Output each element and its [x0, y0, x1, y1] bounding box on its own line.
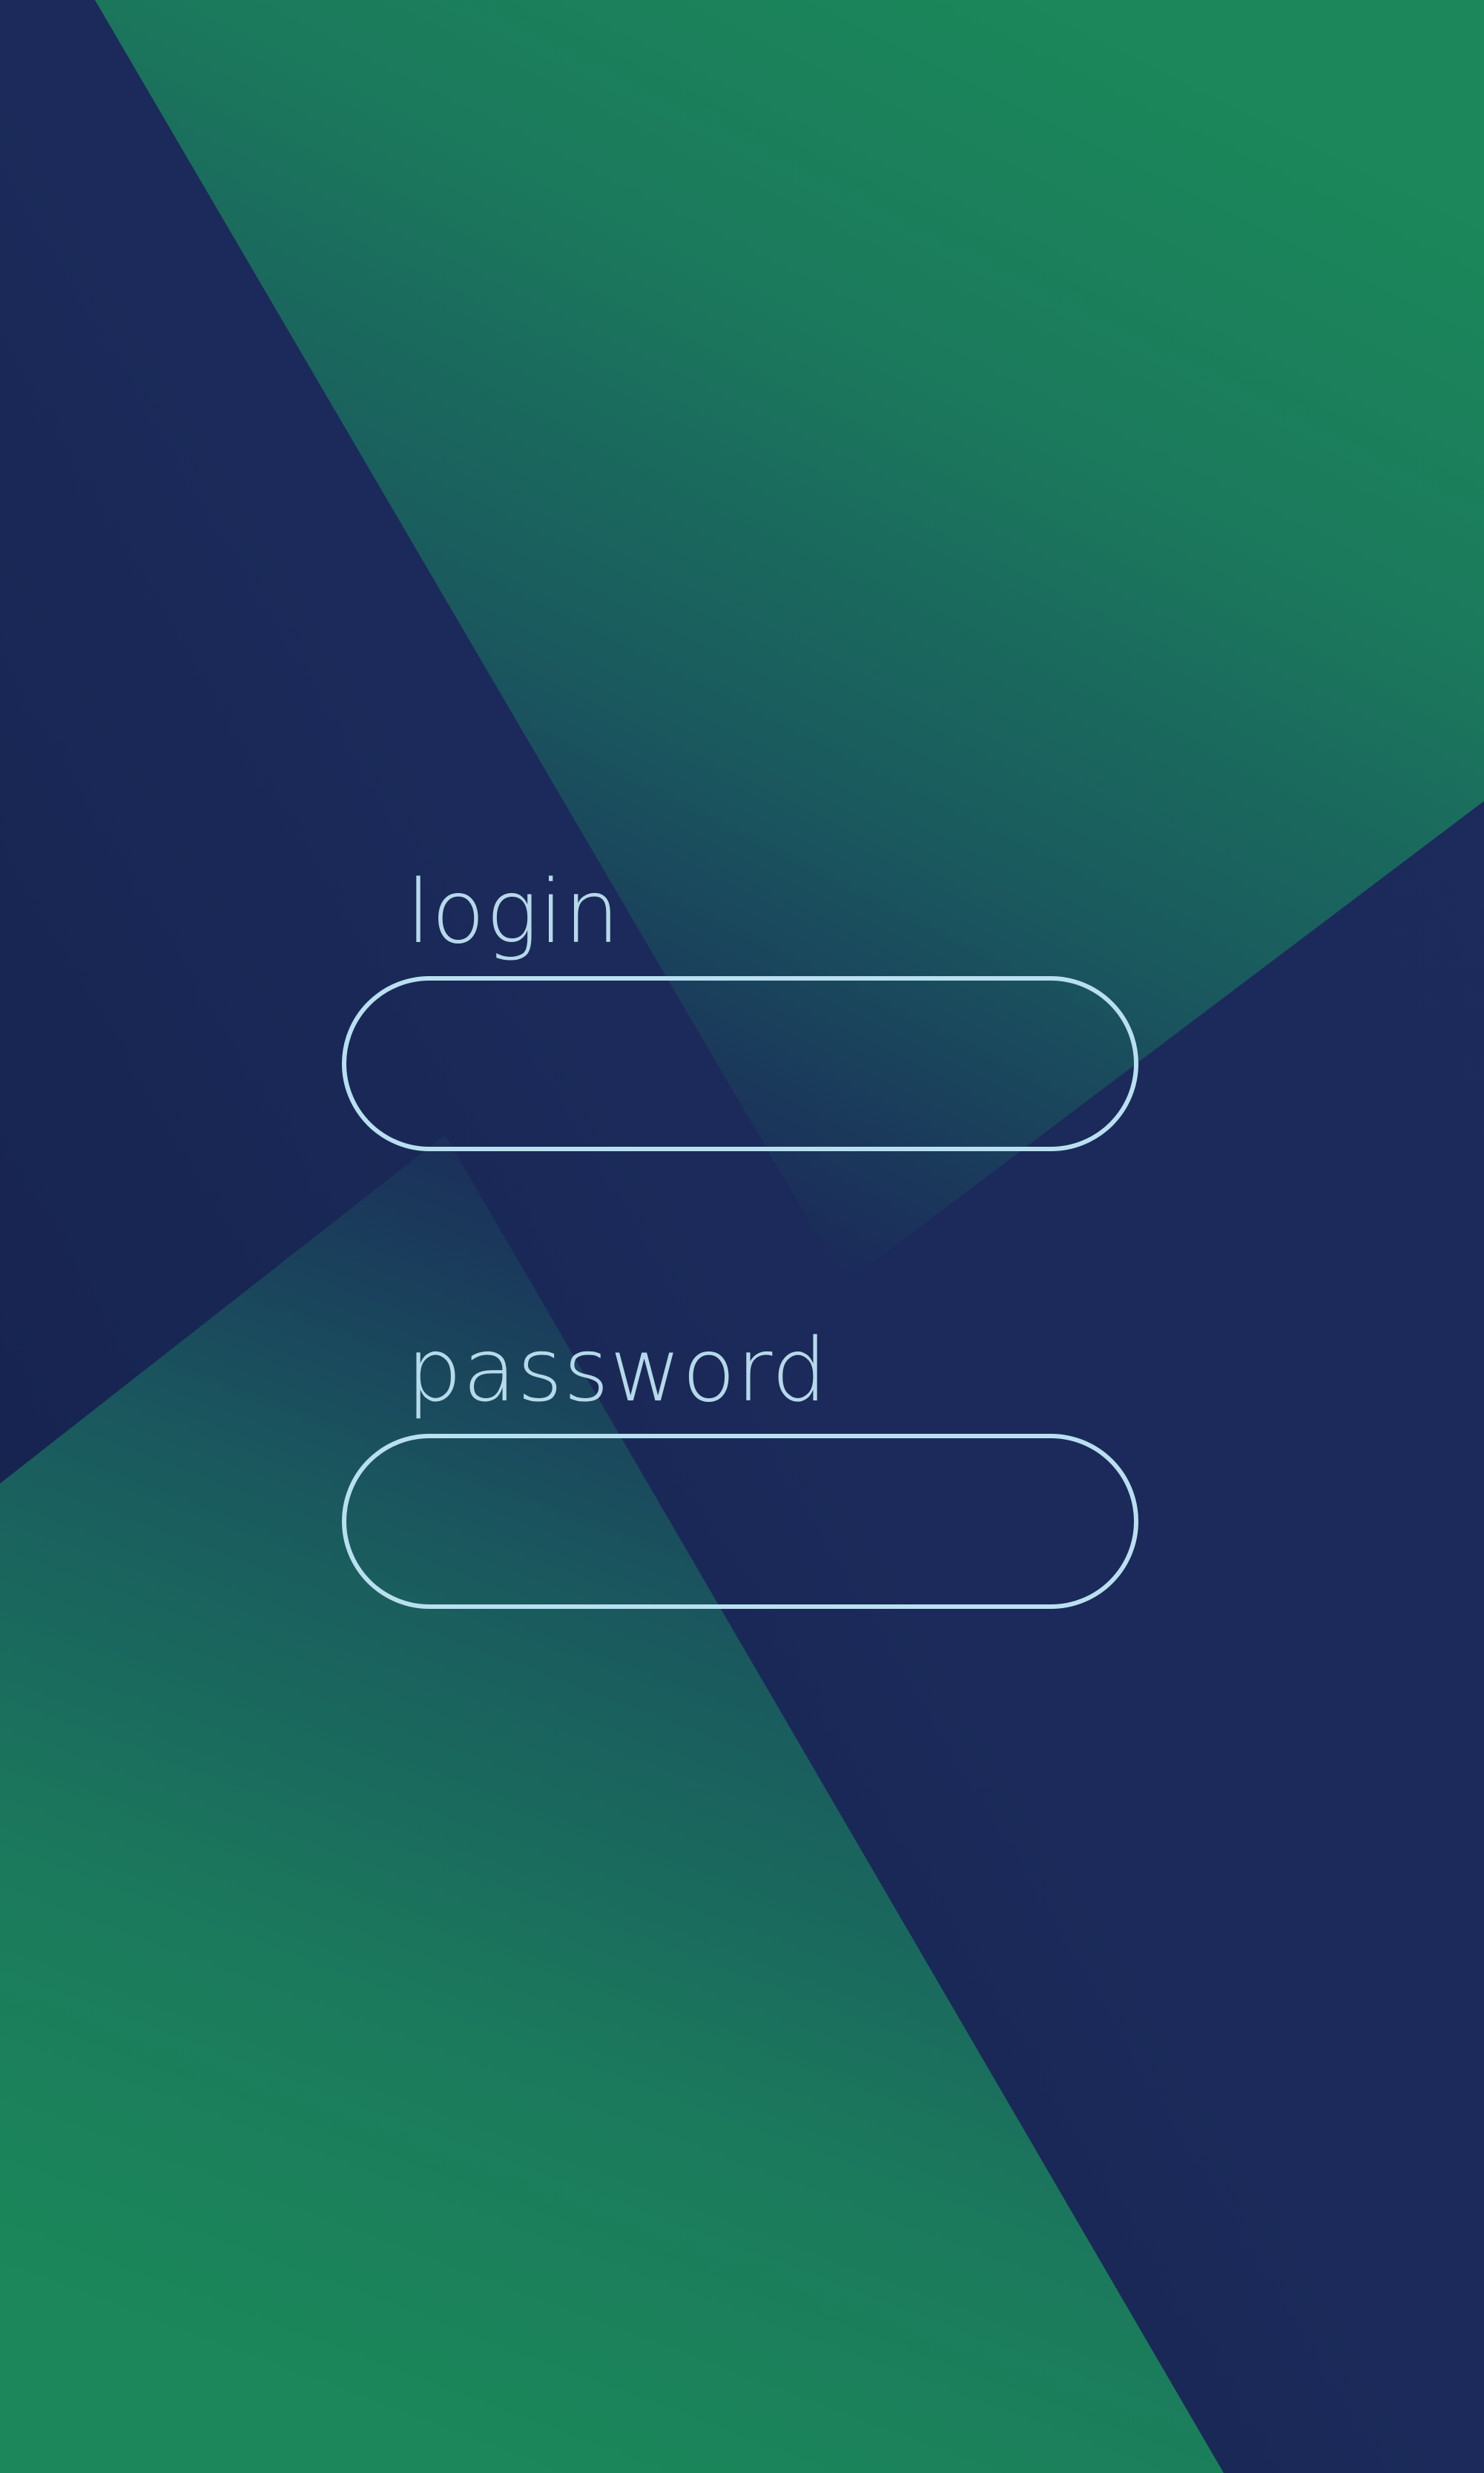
password-input[interactable] [342, 1434, 1138, 1609]
password-label: password [406, 1319, 828, 1421]
background-graphic [0, 0, 1484, 2473]
login-input[interactable] [342, 976, 1138, 1151]
login-label: login [406, 860, 621, 963]
